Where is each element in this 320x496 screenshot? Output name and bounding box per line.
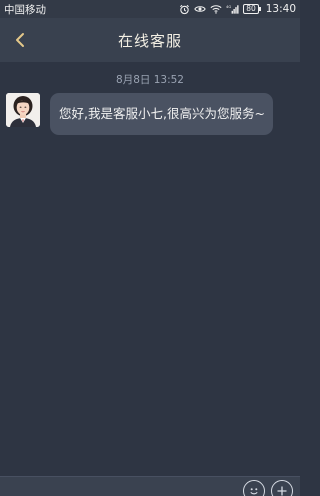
message-bubble: 您好,我是客服小七,很高兴为您服务~ bbox=[50, 93, 273, 135]
wifi-icon bbox=[210, 4, 222, 14]
battery-icon: 80 bbox=[243, 4, 261, 14]
carrier-label: 中国移动 bbox=[4, 3, 46, 16]
eye-icon bbox=[194, 4, 206, 14]
message-row: 您好,我是客服小七,很高兴为您服务~ bbox=[6, 93, 294, 135]
status-bar: 中国移动 4G 80 13:40 bbox=[0, 0, 300, 18]
message-timestamp: 8月8日 13:52 bbox=[116, 74, 184, 86]
chat-area[interactable]: 8月8日 13:52 您好,我是客服小七,很高兴为您服务~ bbox=[0, 62, 300, 446]
more-button[interactable] bbox=[271, 480, 293, 496]
title-bar: 在线客服 bbox=[0, 18, 300, 62]
alarm-icon bbox=[179, 4, 190, 15]
agent-avatar[interactable] bbox=[6, 93, 40, 127]
chevron-left-icon bbox=[16, 33, 24, 47]
emoji-icon bbox=[250, 488, 258, 495]
svg-text:4G: 4G bbox=[226, 5, 231, 9]
emoji-button[interactable] bbox=[243, 480, 265, 496]
back-button[interactable] bbox=[6, 26, 34, 54]
chat-screen: 中国移动 4G 80 13:40 在线客服 8月8日 13:52 您好,我是客服… bbox=[0, 0, 300, 496]
signal-icon: 4G bbox=[226, 4, 239, 14]
plus-icon bbox=[277, 486, 287, 496]
input-bar bbox=[0, 476, 300, 496]
page-title: 在线客服 bbox=[117, 31, 182, 50]
status-icons: 4G 80 13:40 bbox=[179, 3, 296, 15]
clock-label: 13:40 bbox=[265, 3, 296, 15]
